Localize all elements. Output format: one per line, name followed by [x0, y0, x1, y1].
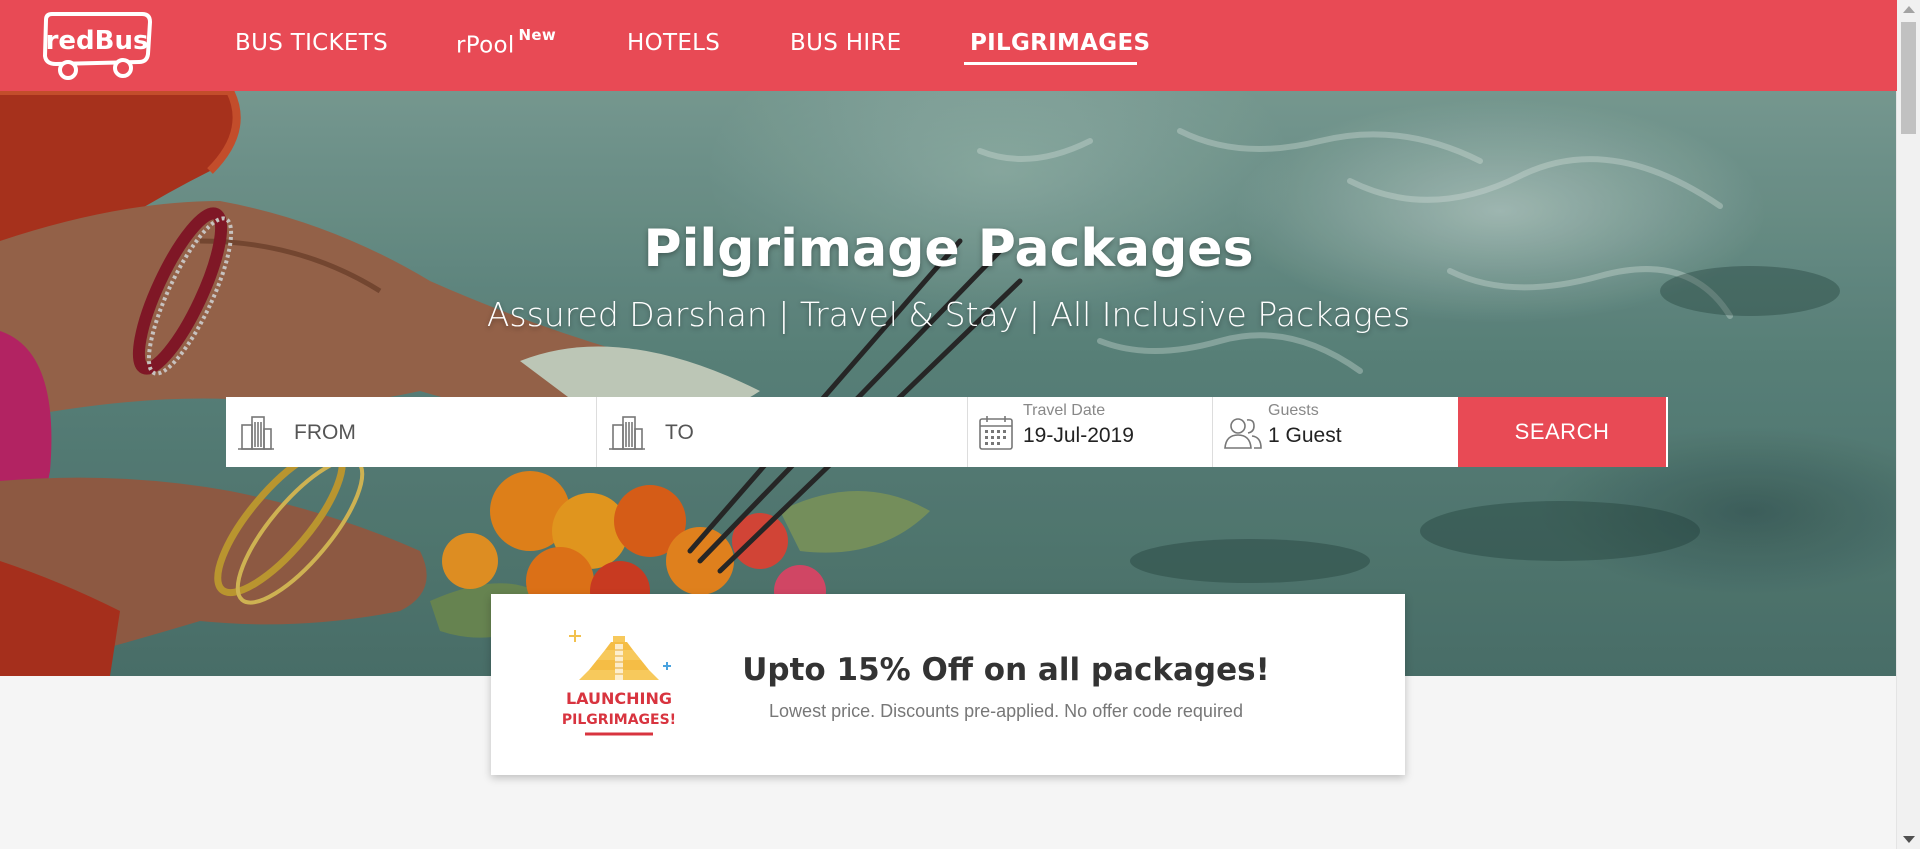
hero-photo — [0, 91, 1897, 676]
from-field[interactable]: FROM — [226, 397, 597, 467]
new-badge: New — [518, 26, 557, 44]
nav-pilgrimages[interactable]: PILGRIMAGES — [970, 30, 1150, 56]
redbus-logo[interactable]: redBus — [38, 10, 154, 82]
top-navigation-bar: redBus BUS TICKETS rPool New HOTELS BUS H… — [0, 0, 1897, 91]
travel-date-label: Travel Date — [1023, 402, 1106, 419]
city-icon — [609, 416, 645, 450]
badge-line2: PILGRIMAGES! — [562, 712, 676, 728]
hero-subtitle: Assured Darshan | Travel & Stay | All In… — [486, 295, 1411, 334]
guests-icon — [1224, 418, 1262, 449]
badge-line1: LAUNCHING — [566, 689, 672, 708]
hero-title: Pilgrimage Packages — [643, 219, 1254, 279]
temple-icon: LAUNCHING PILGRIMAGES! — [562, 630, 676, 736]
calendar-icon — [979, 416, 1013, 450]
search-button[interactable]: SEARCH — [1458, 397, 1666, 467]
nav-rpool[interactable]: rPool New — [456, 26, 556, 59]
to-placeholder: TO — [665, 421, 694, 444]
from-placeholder: FROM — [294, 421, 356, 444]
scroll-thumb[interactable] — [1901, 22, 1916, 134]
page-scrollbar[interactable] — [1896, 0, 1920, 849]
guests-label: Guests — [1268, 402, 1319, 419]
offer-card[interactable]: LAUNCHING PILGRIMAGES! Upto 15% Off on a… — [491, 594, 1405, 775]
travel-date-field[interactable]: Travel Date 19-Jul-2019 — [968, 397, 1213, 467]
guests-value: 1 Guest — [1268, 424, 1342, 447]
active-tab-indicator — [964, 62, 1137, 65]
guests-field[interactable]: Guests 1 Guest — [1213, 397, 1458, 467]
nav-pilgrimages-label: PILGRIMAGES — [970, 30, 1151, 56]
scroll-down-arrow-icon[interactable] — [1903, 836, 1915, 843]
scroll-up-arrow-icon[interactable] — [1903, 6, 1915, 13]
to-field[interactable]: TO — [597, 397, 968, 467]
nav-bus-tickets-label: BUS TICKETS — [235, 30, 388, 56]
logo-text: redBus — [46, 26, 149, 56]
nav-rpool-label: rPool — [456, 32, 515, 59]
city-icon — [238, 416, 274, 450]
nav-bus-hire-label: BUS HIRE — [790, 30, 902, 56]
hero-banner: Pilgrimage Packages Assured Darshan | Tr… — [0, 91, 1897, 676]
nav-hotels-label: HOTELS — [627, 30, 721, 56]
nav-bus-tickets[interactable]: BUS TICKETS — [235, 30, 388, 56]
offer-subtitle: Lowest price. Discounts pre-applied. No … — [769, 701, 1243, 721]
nav-hotels[interactable]: HOTELS — [627, 30, 720, 56]
travel-date-value: 19-Jul-2019 — [1023, 424, 1134, 447]
nav-bus-hire[interactable]: BUS HIRE — [790, 30, 902, 56]
search-bar: FROM TO Travel Date 19-Jul-2019 Guests 1… — [226, 397, 1668, 467]
offer-title: Upto 15% Off on all packages! — [742, 652, 1270, 688]
